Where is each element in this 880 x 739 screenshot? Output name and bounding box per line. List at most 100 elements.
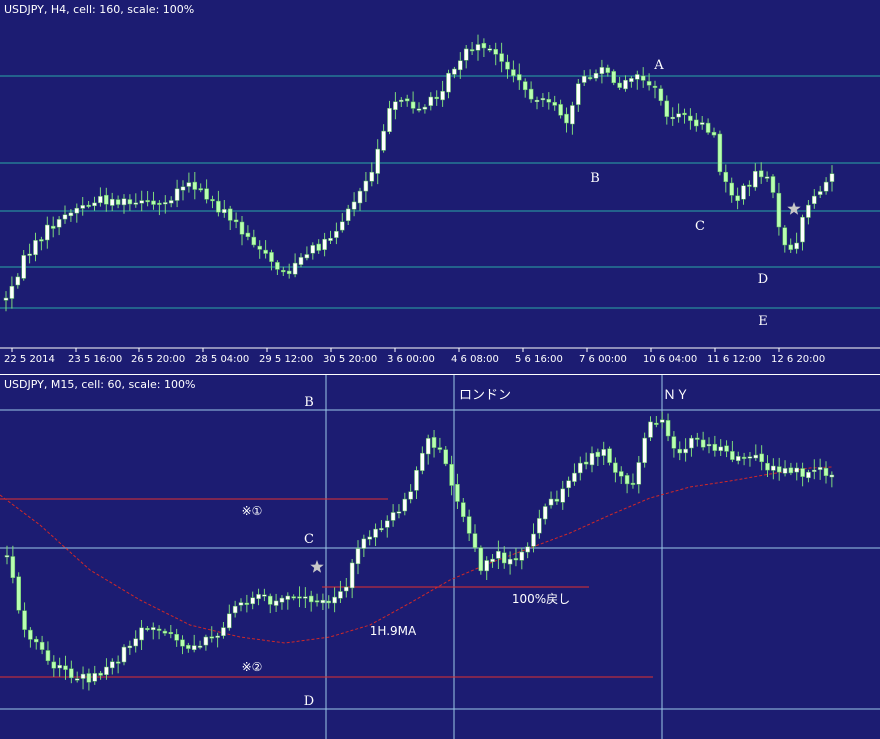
h4-candle-body — [611, 71, 616, 84]
m15-candle-body — [829, 474, 835, 478]
h4-candle-body — [351, 201, 357, 210]
h4-chart-svg[interactable]: A B C D E 22 5 2014 23 5 16:00 26 5 20:00 28 5 0… — [0, 0, 880, 374]
h4-x-tick-label: 22 5 2014 — [4, 354, 55, 365]
h4-candle-body — [74, 207, 80, 214]
m15-candle-body — [69, 668, 74, 679]
h4-candle-body — [304, 254, 310, 259]
m15-candle-body — [431, 437, 437, 448]
m15-candle-body — [472, 533, 478, 548]
h4-candle-body — [334, 231, 339, 238]
h4-candle-body — [463, 48, 469, 61]
m15-candle-body — [10, 556, 16, 578]
m15-candle-body — [788, 467, 794, 474]
m15-level-label-D: D — [304, 694, 314, 709]
m15-candle-body — [578, 462, 583, 474]
m15-candle-body — [51, 661, 57, 669]
h4-candle-body — [446, 72, 451, 93]
m15-candle-body — [794, 467, 799, 473]
h4-candle-body — [328, 238, 333, 241]
m15-candle-body — [168, 632, 174, 635]
h4-candle-body — [316, 243, 321, 251]
h4-candle-body — [157, 202, 162, 205]
m15-candle-body — [443, 449, 448, 465]
h4-candle-body — [676, 113, 681, 118]
h4-level-label-A: A — [653, 58, 664, 73]
m15-candle-body — [654, 422, 659, 425]
m15-candle-body — [344, 586, 349, 592]
h4-candle-body — [581, 75, 587, 83]
m15-candle-body — [583, 461, 589, 465]
m15-candle-body — [683, 448, 688, 454]
m15-chart-pane[interactable]: B C D ロンドン ＮＹ ※① ※② 100%戻し 1H.9MA USDJPY, M15, c… — [0, 375, 880, 739]
h4-candle-body — [410, 101, 416, 109]
h4-candle-body — [741, 185, 746, 200]
m15-candle-body — [162, 630, 168, 634]
h4-candle-body — [487, 48, 493, 51]
h4-x-tick-label: 12 6 20:00 — [771, 354, 825, 365]
m15-candle-body — [361, 538, 367, 549]
m15-candle-body — [659, 419, 665, 423]
h4-candle-body — [33, 240, 38, 256]
h4-candle-body — [281, 270, 286, 273]
h4-chart-pane[interactable]: A B C D E 22 5 2014 23 5 16:00 26 5 20:00 28 5 0… — [0, 0, 880, 374]
m15-candle-body — [186, 644, 191, 649]
h4-candle-body — [222, 209, 227, 213]
m15-annotation-2: ※② — [242, 660, 263, 674]
h4-candle-body — [517, 74, 522, 81]
m15-candle-body — [373, 528, 378, 538]
m15-candle-body — [601, 449, 606, 456]
m15-candle-body — [706, 444, 712, 447]
h4-candle-body — [416, 108, 422, 111]
h4-candle-body — [723, 171, 729, 182]
h4-chart-header: USDJPY, H4, cell: 160, scale: 100% — [4, 3, 195, 16]
m15-candle-body — [812, 469, 817, 472]
m15-candle-body — [115, 661, 121, 664]
h4-candle-body — [711, 131, 717, 136]
m15-candle-body — [232, 605, 238, 614]
m15-candle-body — [320, 599, 326, 604]
m15-candle-body — [548, 498, 554, 506]
h4-x-tick-label: 7 6 00:00 — [579, 354, 627, 365]
h4-candle-body — [511, 69, 516, 76]
m15-candle-body — [736, 456, 741, 461]
m15-candle-body — [677, 448, 682, 454]
m15-candle-body — [537, 518, 542, 534]
h4-candle-body — [640, 75, 646, 81]
h4-candle-body — [823, 181, 829, 192]
m15-chart-svg[interactable]: B C D ロンドン ＮＹ ※① ※② 100%戻し 1H.9MA — [0, 375, 880, 739]
m15-candle-body — [145, 628, 150, 631]
h4-candle-body — [186, 182, 192, 187]
h4-candle-body — [629, 78, 634, 82]
m15-candle-body — [4, 555, 10, 558]
m15-candle-body — [502, 552, 507, 564]
h4-candle-body — [86, 204, 91, 207]
m15-candle-body — [250, 597, 255, 605]
h4-candle-body — [452, 68, 457, 75]
h4-candle-body — [800, 216, 805, 243]
m15-candle-body — [648, 421, 653, 438]
m15-candle-body — [379, 528, 384, 531]
h4-x-tick-label: 30 5 20:00 — [323, 354, 377, 365]
h4-x-tick-label: 4 6 08:00 — [451, 354, 499, 365]
h4-candle-body — [292, 262, 298, 275]
m15-candle-body — [425, 438, 431, 455]
h4-candle-body — [552, 102, 557, 106]
m15-candle-body — [221, 627, 226, 636]
m15-candle-body — [197, 645, 203, 648]
m15-candle-body — [139, 627, 144, 641]
m15-candle-body — [262, 594, 267, 597]
m15-candle-body — [285, 595, 291, 600]
m15-candle-body — [133, 638, 138, 647]
m15-candle-body — [256, 594, 261, 599]
h4-candle-body — [3, 297, 9, 301]
m15-candle-body — [396, 511, 402, 514]
h4-candle-body — [812, 195, 817, 204]
m15-candle-body — [806, 471, 811, 479]
h4-candle-body — [546, 99, 552, 103]
m15-candle-body — [39, 641, 45, 650]
h4-candle-body — [481, 43, 487, 49]
h4-candle-body — [104, 194, 109, 205]
h4-candle-body — [770, 176, 776, 193]
h4-candle-body — [788, 244, 793, 250]
m15-candle-body — [156, 628, 162, 631]
